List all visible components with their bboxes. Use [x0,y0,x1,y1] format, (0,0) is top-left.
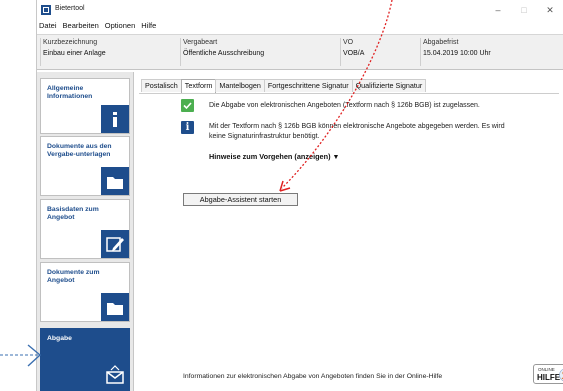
minimize-button[interactable]: – [491,4,505,16]
envelope-icon [101,362,129,390]
close-button[interactable]: ✕ [543,4,557,16]
sidebar-item-label: Abgabe [47,335,72,342]
info-icon: i [181,121,194,134]
window-title: Bietertool [55,5,85,12]
help-small-label: ONLINE [538,367,555,372]
info-label: Abgabefrist [423,39,459,46]
help-people-icon [559,368,563,382]
info-value: Einbau einer Anlage [43,50,106,57]
info-vergabeart: Vergabeart Öffentliche Ausschreibung [179,38,265,66]
title-bar: Bietertool – □ ✕ [37,0,563,20]
info-icon [101,105,129,133]
folder-icon [101,293,129,321]
help-big-label: HILFE [537,373,561,382]
menu-bar: Datei Bearbeiten Optionen Hilfe [37,20,563,32]
maximize-button[interactable]: □ [517,4,531,16]
info-text-line2: keine Signaturinfrastruktur benötigt. [209,133,320,140]
hinweise-toggle[interactable]: Hinweise zum Vorgehen (anzeigen) ▼ [209,152,339,161]
tab-fortgeschrittene-signatur[interactable]: Fortgeschrittene Signatur [263,79,353,92]
chevron-down-icon: ▼ [332,154,340,161]
app-logo-icon [41,5,51,15]
info-label: Vergabeart [183,39,218,46]
info-label: VO [343,39,354,46]
sidebar-item-allgemeine-informationen[interactable]: Allgemeine Informationen [40,78,130,134]
menu-hilfe[interactable]: Hilfe [138,20,159,32]
tab-qualifizierte-signatur[interactable]: Qualifizierte Signatur [351,79,427,92]
sidebar-item-label: Allgemeine Informationen [47,85,93,100]
info-value: VOB/A [343,50,365,57]
menu-datei[interactable]: Datei [37,20,60,32]
sidebar: Allgemeine Informationen Dokumente aus d… [37,72,134,391]
tab-postalisch[interactable]: Postalisch [141,79,182,92]
info-value: Öffentliche Ausschreibung [183,50,265,57]
info-abgabefrist: Abgabefrist 15.04.2019 10:00 Uhr [420,38,491,66]
info-kurzbezeichnung: Kurzbezeichnung Einbau einer Anlage [40,38,106,66]
sidebar-item-basisdaten-angebot[interactable]: Basisdaten zum Angebot [40,199,130,259]
tab-strip: Postalisch Textform Mantelbogen Fortgesc… [141,79,427,93]
tender-info-bar: Kurzbezeichnung Einbau einer Anlage Verg… [37,34,563,70]
abgabe-assistent-button[interactable]: Abgabe-Assistent starten [183,193,298,206]
tab-textform[interactable]: Textform [180,79,217,93]
sidebar-item-dokumente-vergabeunterlagen[interactable]: Dokumente aus den Vergabe-unterlagen [40,136,130,196]
info-label: Kurzbezeichnung [43,39,98,46]
online-hilfe-button[interactable]: ONLINE HILFE [533,364,563,384]
hinweise-label: Hinweise zum Vorgehen (anzeigen) [209,152,331,161]
menu-bearbeiten[interactable]: Bearbeiten [60,20,102,32]
sidebar-item-abgabe[interactable]: Abgabe [40,328,130,391]
info-vo: VO VOB/A [339,38,365,66]
sidebar-item-label: Basisdaten zum Angebot [47,206,99,221]
app-window: Bietertool – □ ✕ Datei Bearbeiten Option… [36,0,563,391]
tab-mantelbogen[interactable]: Mantelbogen [215,79,265,92]
status-text: Die Abgabe von elektronischen Angeboten … [209,102,480,109]
info-value: 15.04.2019 10:00 Uhr [423,50,491,57]
tab-content-textform: Die Abgabe von elektronischen Angeboten … [139,93,563,389]
info-text-line1: Mit der Textform nach § 126b BGB können … [209,123,505,130]
folder-icon [101,167,129,195]
sidebar-item-label: Dokumente aus den Vergabe-unterlagen [47,143,112,158]
checkmark-icon [181,99,194,112]
menu-optionen[interactable]: Optionen [102,20,138,32]
online-help-info: Informationen zur elektronischen Abgabe … [183,373,443,380]
sidebar-item-label: Dokumente zum Angebot [47,269,100,284]
pen-icon [101,230,129,258]
sidebar-item-dokumente-angebot[interactable]: Dokumente zum Angebot [40,262,130,322]
